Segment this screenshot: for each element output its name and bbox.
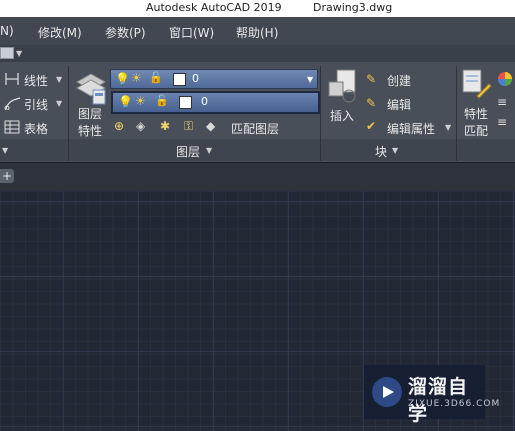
- match-properties-icon: [462, 69, 492, 99]
- unlock-icon: 🔓: [149, 71, 163, 84]
- ribbon-panel-title-bar: ▼ 图层 ▼ 块 ▼: [0, 139, 515, 161]
- linetype-icon[interactable]: ≡: [497, 115, 507, 129]
- create-block-button[interactable]: 创建: [387, 72, 411, 89]
- match-layer-button[interactable]: 匹配图层: [231, 120, 279, 137]
- edit-attributes-icon: ✔: [366, 119, 377, 133]
- layer-tool-icon[interactable]: ⊕: [114, 119, 124, 133]
- chevron-down-icon[interactable]: ▼: [445, 123, 451, 132]
- chevron-down-icon[interactable]: ▼: [16, 49, 22, 58]
- edit-block-button[interactable]: 编辑: [387, 96, 411, 113]
- sun-icon: ☀: [131, 71, 142, 85]
- layer-properties-icon: [75, 73, 107, 105]
- chevron-down-icon[interactable]: ▼: [206, 146, 212, 155]
- workspace-icon[interactable]: [0, 47, 14, 59]
- edit-attributes-button[interactable]: 编辑属性: [387, 120, 435, 137]
- linear-dimension-icon: [5, 73, 19, 85]
- color-wheel-icon[interactable]: [497, 71, 513, 87]
- layers-panel-title[interactable]: 图层: [176, 143, 200, 160]
- layer-list-item[interactable]: 💡 ☀ 🔓 0: [111, 91, 320, 114]
- layer-dropdown-value: 0: [192, 72, 199, 85]
- color-swatch: [173, 73, 186, 86]
- sun-icon: ☀: [135, 94, 146, 108]
- menu-item-window[interactable]: 窗口(W): [169, 24, 214, 41]
- menu-item-modify[interactable]: 修改(M): [38, 24, 82, 41]
- match-properties-label-2[interactable]: 匹配: [464, 122, 488, 139]
- block-panel-title[interactable]: 块: [375, 143, 387, 160]
- lightbulb-icon: 💡: [115, 72, 130, 86]
- app-title: Autodesk AutoCAD 2019: [146, 1, 282, 14]
- layer-dropdown[interactable]: 💡 ☀ 🔓 0 ▼: [110, 69, 318, 89]
- insert-button[interactable]: 插入: [330, 107, 354, 124]
- watermark: 溜溜自学 ZIXUE.3D66.COM: [364, 365, 499, 425]
- insert-block-icon: [328, 69, 356, 103]
- chevron-down-icon[interactable]: ▼: [56, 99, 62, 108]
- edit-block-icon: ✎: [366, 96, 377, 110]
- menu-item-help[interactable]: 帮助(H): [236, 24, 278, 41]
- chevron-down-icon[interactable]: ▼: [2, 146, 8, 155]
- create-block-icon: ✎: [366, 72, 377, 86]
- watermark-logo-icon: [372, 377, 402, 407]
- linear-button[interactable]: 线性: [24, 72, 48, 89]
- panel-divider: [320, 139, 321, 161]
- layer-list-value: 0: [201, 95, 208, 108]
- quick-access-strip: ▼: [0, 45, 515, 62]
- document-title: Drawing3.dwg: [313, 1, 393, 14]
- leader-button[interactable]: 引线: [24, 96, 48, 113]
- match-properties-label[interactable]: 特性: [464, 105, 488, 122]
- layer-freeze-icon[interactable]: ✱: [160, 119, 170, 133]
- layer-lock-icon[interactable]: ⚿: [184, 119, 193, 134]
- table-button[interactable]: 表格: [24, 120, 48, 137]
- layer-properties-label[interactable]: 图层: [78, 105, 102, 122]
- new-tab-button[interactable]: +: [0, 169, 14, 183]
- chevron-down-icon[interactable]: ▼: [392, 146, 398, 155]
- chevron-down-icon[interactable]: ▼: [307, 75, 313, 84]
- watermark-site: ZIXUE.3D66.COM: [408, 399, 501, 409]
- layer-isolate-icon[interactable]: ◈: [136, 119, 145, 133]
- file-tab-bar: +: [0, 162, 515, 191]
- menu-item-view[interactable]: N): [0, 24, 14, 38]
- menu-bar: N) 修改(M) 参数(P) 窗口(W) 帮助(H): [0, 17, 515, 45]
- layer-walk-icon[interactable]: ◆: [206, 119, 215, 133]
- panel-divider: [68, 139, 69, 161]
- chevron-down-icon[interactable]: ▼: [56, 75, 62, 84]
- title-bar: Autodesk AutoCAD 2019 Drawing3.dwg: [0, 0, 515, 17]
- color-swatch: [179, 96, 192, 109]
- lightbulb-icon: 💡: [118, 95, 133, 109]
- table-icon: [4, 120, 20, 134]
- lineweight-icon[interactable]: ≡: [497, 95, 507, 109]
- layer-properties-label-2[interactable]: 特性: [78, 122, 102, 139]
- leader-icon: [4, 97, 21, 110]
- menu-item-parametric[interactable]: 参数(P): [105, 24, 146, 41]
- panel-divider: [456, 139, 457, 161]
- unlock-icon: 🔓: [155, 94, 169, 107]
